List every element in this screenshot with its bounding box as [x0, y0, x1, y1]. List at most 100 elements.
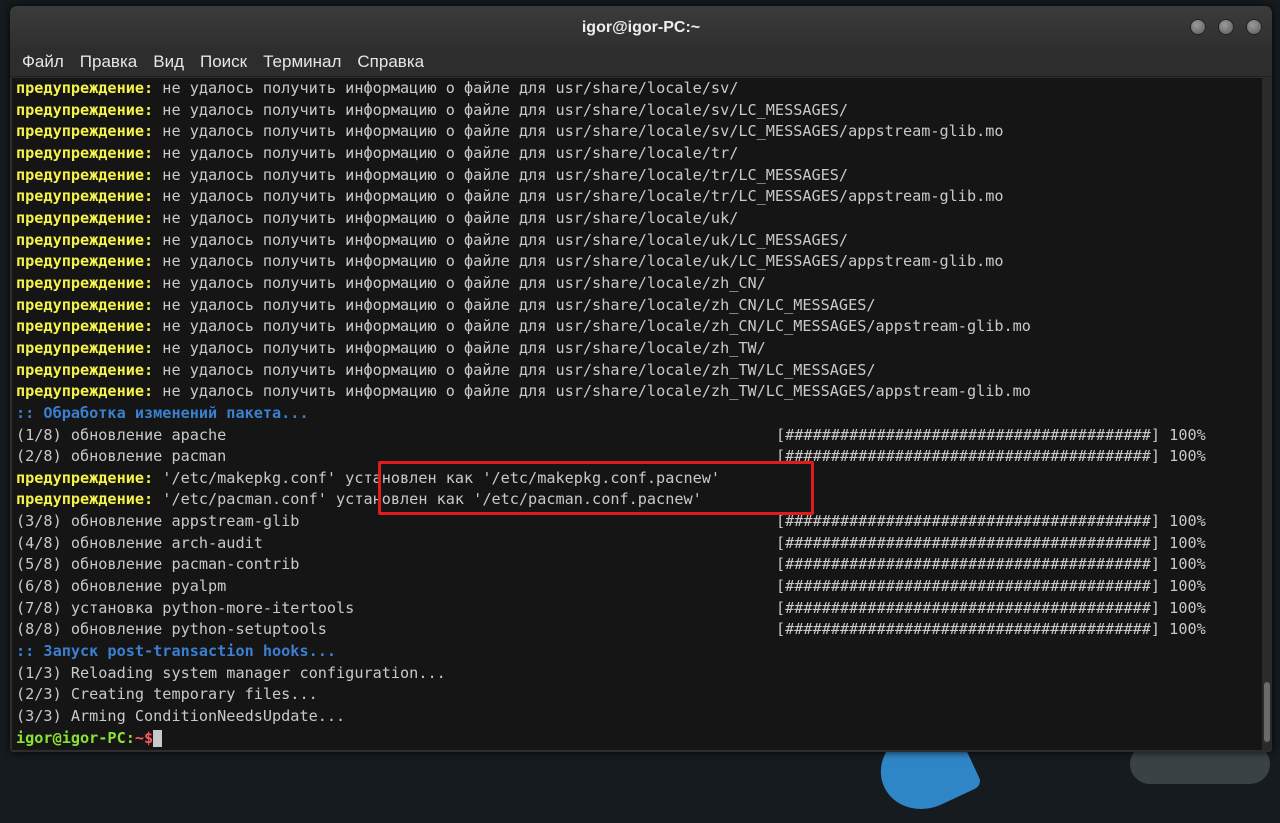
- section-header: :: Обработка изменений пакета...: [16, 403, 309, 422]
- warning-path: usr/share/locale/zh_CN/: [555, 273, 766, 292]
- terminal-output[interactable]: предупреждение: не удалось получить инфо…: [12, 78, 1262, 750]
- warning-label: предупреждение:: [16, 79, 154, 97]
- scroll-thumb[interactable]: [1264, 682, 1270, 742]
- warning-label: предупреждение:: [16, 100, 154, 119]
- close-button[interactable]: [1246, 19, 1262, 35]
- window-controls: [1190, 19, 1262, 35]
- progress-bar: [#######################################…: [776, 598, 1206, 617]
- terminal-line: предупреждение: не удалось получить инфо…: [16, 121, 1262, 143]
- terminal-line: (2/3) Creating temporary files...: [16, 684, 1262, 706]
- terminal-line: предупреждение: не удалось получить инфо…: [16, 100, 1262, 122]
- progress-bar: [#######################################…: [776, 533, 1206, 552]
- warning-message: не удалось получить информацию о файле д…: [153, 100, 556, 119]
- warning-label: предупреждение:: [16, 468, 154, 487]
- terminal-line: (4/8) обновление arch-audit [############…: [16, 533, 1262, 555]
- warning-path: usr/share/locale/sv/LC_MESSAGES/appstrea…: [555, 122, 1004, 141]
- terminal-line: предупреждение: не удалось получить инфо…: [16, 316, 1262, 338]
- terminal-line: предупреждение: не удалось получить инфо…: [16, 230, 1262, 252]
- terminal-line: (7/8) установка python-more-itertools [##…: [16, 598, 1262, 620]
- menu-view[interactable]: Вид: [145, 52, 192, 72]
- progress-bar: [#######################################…: [776, 620, 1206, 639]
- menu-search[interactable]: Поиск: [192, 52, 255, 72]
- terminal-line: (6/8) обновление pyalpm [################…: [16, 576, 1262, 598]
- warning-label: предупреждение:: [16, 208, 154, 227]
- warning-path: usr/share/locale/zh_TW/LC_MESSAGES/appst…: [555, 382, 1031, 401]
- warning-message: не удалось получить информацию о файле д…: [153, 165, 556, 184]
- step-text: (4/8) обновление arch-audit: [16, 533, 263, 552]
- warning-label: предупреждение:: [16, 317, 154, 336]
- warning-path: usr/share/locale/sv/LC_MESSAGES/: [555, 100, 849, 119]
- terminal-line: :: Обработка изменений пакета...: [16, 403, 1262, 425]
- warning-message: не удалось получить информацию о файле д…: [153, 208, 556, 227]
- maximize-button[interactable]: [1218, 19, 1234, 35]
- terminal-line: предупреждение: не удалось получить инфо…: [16, 165, 1262, 187]
- warning-message: не удалось получить информацию о файле д…: [153, 143, 556, 162]
- terminal-line: (8/8) обновление python-setuptools [#####…: [16, 619, 1262, 641]
- warning-path: usr/share/locale/tr/: [555, 143, 739, 162]
- terminal-line: :: Запуск post-transaction hooks...: [16, 641, 1262, 663]
- warning-path: usr/share/locale/zh_TW/LC_MESSAGES/: [555, 360, 876, 379]
- warning-label: предупреждение:: [16, 295, 154, 314]
- progress-bar: [#######################################…: [776, 555, 1206, 574]
- menu-file[interactable]: Файл: [14, 52, 72, 72]
- step-text: (3/8) обновление appstream-glib: [16, 512, 300, 531]
- warning-label: предупреждение:: [16, 187, 154, 206]
- warning-message: не удалось получить информацию о файле д…: [153, 360, 556, 379]
- terminal-line: предупреждение: не удалось получить инфо…: [16, 251, 1262, 273]
- warning-path: usr/share/locale/uk/LC_MESSAGES/appstrea…: [555, 252, 1004, 271]
- terminal-line: (3/3) Arming ConditionNeedsUpdate...: [16, 706, 1262, 728]
- step-text: (1/8) обновление apache: [16, 425, 227, 444]
- menu-terminal[interactable]: Терминал: [255, 52, 349, 72]
- step-text: (2/8) обновление pacman: [16, 447, 227, 466]
- warning-path: usr/share/locale/zh_TW/: [555, 338, 766, 357]
- window-title: igor@igor-PC:~: [581, 19, 701, 36]
- warning-message: не удалось получить информацию о файле д…: [153, 273, 556, 292]
- warning-path: usr/share/locale/uk/LC_MESSAGES/: [555, 230, 849, 249]
- warning-label: предупреждение:: [16, 338, 154, 357]
- warning-path: usr/share/locale/zh_CN/LC_MESSAGES/: [555, 295, 876, 314]
- hook-line: (1/3) Reloading system manager configura…: [16, 663, 446, 682]
- hook-line: (3/3) Arming ConditionNeedsUpdate...: [16, 707, 346, 726]
- progress-bar: [#######################################…: [776, 512, 1206, 531]
- warning-message: не удалось получить информацию о файле д…: [153, 317, 556, 336]
- terminal-scrollbar[interactable]: [1262, 78, 1272, 750]
- warning-label: предупреждение:: [16, 230, 154, 249]
- prompt-path: ~$: [134, 728, 154, 747]
- terminal-window: igor@igor-PC:~ Файл Правка Вид Поиск Тер…: [10, 6, 1272, 752]
- terminal-line: предупреждение: не удалось получить инфо…: [16, 143, 1262, 165]
- hook-line: (2/3) Creating temporary files...: [16, 685, 318, 704]
- warning-message: не удалось получить информацию о файле д…: [153, 252, 556, 271]
- terminal-line: предупреждение: не удалось получить инфо…: [16, 360, 1262, 382]
- step-text: (8/8) обновление python-setuptools: [16, 620, 327, 639]
- menu-bar: Файл Правка Вид Поиск Терминал Справка: [10, 48, 1272, 77]
- step-text: (7/8) установка python-more-itertools: [16, 598, 355, 617]
- prompt-line: igor@igor-PC:~$: [16, 728, 1262, 750]
- section-header: :: Запуск post-transaction hooks...: [16, 642, 337, 661]
- warning-message: не удалось получить информацию о файле д…: [153, 187, 556, 206]
- terminal-lines: предупреждение: не удалось получить инфо…: [12, 78, 1262, 749]
- title-bar[interactable]: igor@igor-PC:~: [10, 6, 1272, 48]
- step-text: (5/8) обновление pacman-contrib: [16, 555, 300, 574]
- warning-label: предупреждение:: [16, 252, 154, 271]
- step-text: (6/8) обновление pyalpm: [16, 577, 227, 596]
- minimize-button[interactable]: [1190, 19, 1206, 35]
- warning-message: не удалось получить информацию о файле д…: [153, 382, 556, 401]
- menu-edit[interactable]: Правка: [72, 52, 145, 72]
- pacnew-highlight-box: [378, 461, 814, 515]
- warning-label: предупреждение:: [16, 122, 154, 141]
- cursor: [153, 729, 163, 747]
- warning-message: не удалось получить информацию о файле д…: [153, 338, 556, 357]
- warning-label: предупреждение:: [16, 273, 154, 292]
- progress-bar: [#######################################…: [776, 577, 1206, 596]
- warning-label: предупреждение:: [16, 490, 154, 509]
- terminal-line: (5/8) обновление pacman-contrib [########…: [16, 554, 1262, 576]
- progress-bar: [#######################################…: [776, 447, 1206, 466]
- warning-label: предупреждение:: [16, 382, 154, 401]
- terminal-line: предупреждение: не удалось получить инфо…: [16, 186, 1262, 208]
- warning-path: usr/share/locale/uk/: [555, 208, 739, 227]
- terminal-line: предупреждение: не удалось получить инфо…: [16, 78, 1262, 100]
- terminal-line: (1/8) обновление apache [################…: [16, 425, 1262, 447]
- terminal-line: предупреждение: не удалось получить инфо…: [16, 381, 1262, 403]
- prompt-user: igor@igor-PC:: [16, 728, 135, 747]
- menu-help[interactable]: Справка: [349, 52, 432, 72]
